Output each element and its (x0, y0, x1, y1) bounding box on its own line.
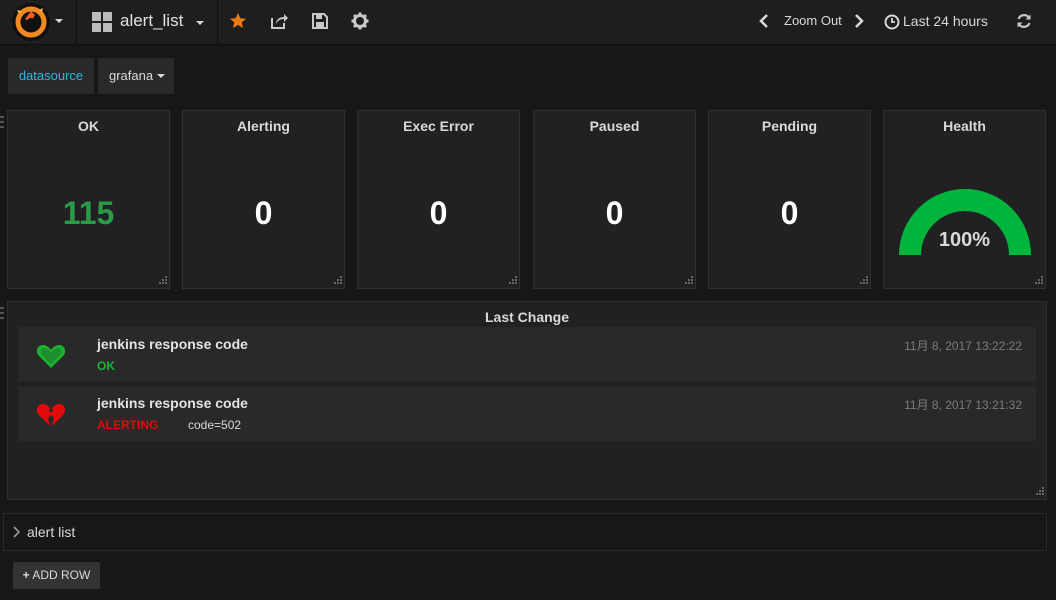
alert-state: ALERTING (97, 418, 159, 432)
stat-panel-ok[interactable]: OK 115 (7, 110, 170, 289)
alert-name: jenkins response code (97, 395, 248, 411)
row-drag-handle-icon[interactable] (0, 307, 4, 319)
heart-icon (36, 345, 66, 368)
add-row-label: ADD ROW (32, 568, 91, 582)
last-change-panel: Last Change jenkins response code OK 11月… (7, 301, 1047, 500)
resize-handle-icon[interactable] (683, 276, 693, 286)
variable-select[interactable]: grafana (98, 58, 174, 94)
health-gauge-panel[interactable]: Health 100% (883, 110, 1046, 289)
alert-timestamp: 11月 8, 2017 13:22:22 (904, 339, 1022, 353)
zoom-out-button[interactable]: Zoom Out (784, 13, 842, 28)
plus-icon: + (22, 568, 30, 582)
broken-heart-icon (36, 404, 66, 426)
chevron-down-icon (157, 74, 165, 78)
variable-label: datasource (8, 58, 94, 94)
stat-value: 0 (254, 195, 273, 231)
chevron-left-icon[interactable] (758, 12, 770, 30)
stat-value: 115 (62, 195, 115, 231)
panel-title: Exec Error (403, 118, 474, 134)
refresh-icon[interactable] (1015, 12, 1033, 30)
health-value: 100% (938, 229, 991, 251)
stat-value: 0 (780, 195, 799, 231)
gear-icon[interactable] (351, 12, 369, 30)
panel-title: Paused (589, 118, 640, 134)
chevron-right-icon (13, 526, 20, 538)
alert-list-item[interactable]: jenkins response code OK 11月 8, 2017 13:… (18, 327, 1036, 382)
stat-panel-paused[interactable]: Paused 0 (533, 110, 696, 289)
alert-info: code=502 (188, 418, 242, 432)
dashboard-title: alert_list (120, 11, 184, 30)
star-icon[interactable] (229, 12, 247, 30)
panel-title: Pending (761, 118, 818, 134)
collapsed-row[interactable]: alert list (3, 513, 1047, 551)
share-icon[interactable] (270, 12, 288, 30)
resize-handle-icon[interactable] (507, 276, 517, 286)
dashboard-picker[interactable]: alert_list (76, 0, 218, 44)
add-row-button[interactable]: + ADD ROW (13, 562, 100, 589)
resize-handle-icon[interactable] (1033, 276, 1043, 286)
panel-title: Alerting (237, 118, 290, 134)
row-title: alert list (27, 524, 76, 540)
stat-panel-alerting[interactable]: Alerting 0 (182, 110, 345, 289)
grafana-logo-icon (12, 3, 50, 41)
top-navbar: alert_list Zoom Out Last 24 hours (0, 0, 1056, 45)
dashboard-grid-icon (92, 12, 112, 32)
alert-state: OK (97, 359, 115, 373)
stat-panel-pending[interactable]: Pending 0 (708, 110, 871, 289)
alert-name: jenkins response code (97, 336, 248, 352)
variable-value: grafana (109, 68, 154, 83)
panel-title: Health (943, 118, 986, 134)
row-drag-handle-icon[interactable] (0, 116, 4, 128)
resize-handle-icon[interactable] (858, 276, 868, 286)
stat-value: 0 (429, 195, 448, 231)
stat-value: 0 (605, 195, 624, 231)
grafana-menu-button[interactable] (0, 0, 77, 44)
stat-panel-exec-error[interactable]: Exec Error 0 (357, 110, 520, 289)
resize-handle-icon[interactable] (332, 276, 342, 286)
alert-list-item[interactable]: jenkins response code ALERTING code=502 … (18, 386, 1036, 441)
clock-icon (884, 14, 900, 30)
chevron-down-icon (196, 21, 204, 25)
chevron-down-icon (55, 19, 63, 23)
resize-handle-icon[interactable] (1034, 487, 1044, 497)
panel-title: OK (78, 118, 99, 134)
alert-timestamp: 11月 8, 2017 13:21:32 (904, 398, 1022, 412)
save-icon[interactable] (311, 12, 329, 30)
panel-title: Last Change (484, 309, 569, 325)
resize-handle-icon[interactable] (157, 276, 167, 286)
chevron-right-icon[interactable] (853, 12, 865, 30)
time-range-picker[interactable]: Last 24 hours (903, 13, 988, 29)
